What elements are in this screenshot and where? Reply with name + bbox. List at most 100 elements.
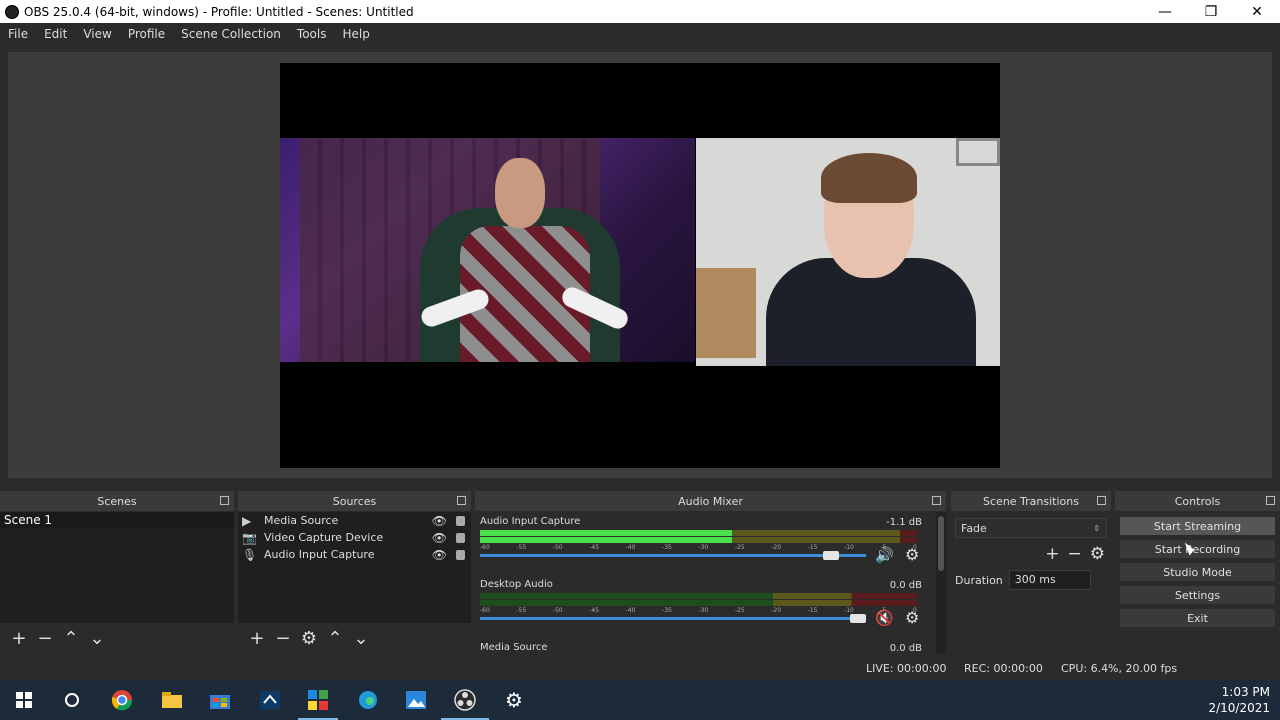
- scale-tick: -20: [771, 544, 782, 551]
- duration-spinbox[interactable]: 300 ms: [1008, 570, 1091, 590]
- volume-meter: [480, 593, 917, 599]
- track-db: 0.0 dB: [889, 643, 922, 654]
- menu-help[interactable]: Help: [334, 27, 377, 41]
- scene-transitions-dock: Scene Transitions Fade ⇕ + − ⚙ Duration …: [951, 491, 1111, 654]
- lock-icon[interactable]: [456, 533, 465, 543]
- mixer-scrollbar[interactable]: [936, 512, 946, 654]
- speaker-icon[interactable]: 🔊: [875, 546, 894, 564]
- duration-label: Duration: [955, 573, 1003, 587]
- move-down-icon[interactable]: ⌄: [348, 628, 374, 649]
- track-name: Audio Input Capture: [480, 516, 581, 527]
- close-button[interactable]: ✕: [1234, 0, 1280, 23]
- source-properties-gear-icon[interactable]: ⚙: [296, 628, 322, 649]
- search-circle-icon[interactable]: [60, 688, 84, 712]
- start-streaming-button[interactable]: Start Streaming: [1119, 516, 1276, 536]
- play-icon: ▶: [242, 513, 252, 528]
- clipchamp-icon[interactable]: [258, 688, 282, 712]
- file-explorer-icon[interactable]: [160, 688, 184, 712]
- undock-icon[interactable]: [932, 496, 941, 505]
- scenes-list[interactable]: Scene 1: [0, 512, 234, 623]
- menu-view[interactable]: View: [75, 27, 119, 41]
- move-down-icon[interactable]: ⌄: [84, 628, 110, 649]
- microphone-icon: 🎙: [242, 547, 258, 562]
- gear-icon[interactable]: ⚙: [905, 608, 919, 627]
- photos-icon[interactable]: [404, 688, 428, 712]
- visibility-eye-icon[interactable]: 👁: [432, 548, 447, 562]
- exit-button[interactable]: Exit: [1119, 608, 1276, 628]
- scale-tick: -50: [552, 544, 563, 551]
- volume-slider[interactable]: [480, 551, 866, 560]
- menu-edit[interactable]: Edit: [36, 27, 75, 41]
- add-source-icon[interactable]: +: [244, 628, 270, 649]
- mixer-track: Media Source 0.0 dB: [475, 638, 936, 654]
- menu-file[interactable]: File: [0, 27, 36, 41]
- edge-icon[interactable]: [356, 688, 380, 712]
- mixer-track: Audio Input Capture -1.1 dB -60 -55 -50 -45…: [475, 512, 936, 575]
- title-bar: OBS 25.0.4 (64-bit, windows) - Profile: …: [0, 0, 1280, 23]
- source-item[interactable]: 📷 Video Capture Device 👁: [238, 529, 471, 546]
- undock-icon[interactable]: [457, 496, 466, 505]
- obs-icon[interactable]: [453, 688, 477, 712]
- visibility-eye-icon[interactable]: 👁: [432, 514, 447, 528]
- remove-scene-icon[interactable]: −: [32, 628, 58, 649]
- settings-button[interactable]: Settings: [1119, 585, 1276, 605]
- studio-mode-button[interactable]: Studio Mode: [1119, 562, 1276, 582]
- clock-time: 1:03 PM: [1221, 685, 1270, 699]
- start-recording-button[interactable]: Start Recording: [1119, 539, 1276, 559]
- status-bar: LIVE: 00:00:00 REC: 00:00:00 CPU: 6.4%, …: [0, 659, 1280, 679]
- volume-slider-knob[interactable]: [822, 551, 839, 560]
- menu-profile[interactable]: Profile: [120, 27, 173, 41]
- scale-tick: -15: [807, 544, 818, 551]
- remove-transition-icon[interactable]: −: [1068, 544, 1082, 564]
- volume-slider-knob[interactable]: [850, 614, 866, 623]
- remove-source-icon[interactable]: −: [270, 628, 296, 649]
- scale-tick: -55: [516, 544, 527, 551]
- undock-icon[interactable]: [1097, 496, 1106, 505]
- speaker-muted-icon[interactable]: 🔇: [875, 609, 894, 627]
- video-capture-device-feed[interactable]: [696, 138, 1000, 366]
- source-item[interactable]: 🎙 Audio Input Capture 👁: [238, 546, 471, 563]
- transition-gear-icon[interactable]: ⚙: [1090, 544, 1105, 564]
- minimize-button[interactable]: —: [1142, 0, 1188, 23]
- undock-icon[interactable]: [1266, 496, 1275, 505]
- media-source-video[interactable]: [280, 138, 695, 362]
- scale-tick: -35: [662, 607, 672, 614]
- mixer-title: Audio Mixer: [678, 494, 743, 508]
- sources-list[interactable]: ▶ Media Source 👁 📷 Video Capture Device …: [238, 512, 471, 623]
- preview-area[interactable]: [8, 52, 1272, 478]
- system-clock[interactable]: 1:03 PM 2/10/2021: [1208, 684, 1270, 716]
- lock-icon[interactable]: [456, 550, 465, 560]
- taskbar: ⚙ 1:03 PM 2/10/2021: [0, 680, 1280, 720]
- store-icon[interactable]: [208, 688, 232, 712]
- chrome-icon[interactable]: [110, 688, 134, 712]
- maximize-button[interactable]: ❐: [1188, 0, 1234, 23]
- scale-tick: -45: [589, 544, 600, 551]
- menu-scene-collection[interactable]: Scene Collection: [173, 27, 289, 41]
- transition-select[interactable]: Fade ⇕: [955, 518, 1107, 538]
- track-db: 0.0 dB: [889, 580, 922, 591]
- move-up-icon[interactable]: ⌃: [322, 628, 348, 649]
- undock-icon[interactable]: [220, 496, 229, 505]
- gear-icon[interactable]: ⚙: [905, 545, 919, 564]
- window-title: OBS 25.0.4 (64-bit, windows) - Profile: …: [24, 4, 414, 19]
- cpu-fps: CPU: 6.4%, 20.00 fps: [1061, 662, 1178, 675]
- windows-start-icon[interactable]: [12, 688, 36, 712]
- volume-slider[interactable]: [480, 614, 866, 623]
- source-item[interactable]: ▶ Media Source 👁: [238, 512, 471, 529]
- scale-tick: -60: [480, 607, 490, 614]
- settings-gear-icon[interactable]: ⚙: [502, 688, 526, 712]
- scene-item[interactable]: Scene 1: [0, 512, 234, 529]
- mixer-track: Desktop Audio 0.0 dB -60 -55 -50 -45 -40 -35 -…: [475, 575, 936, 638]
- add-transition-icon[interactable]: +: [1045, 544, 1059, 564]
- app-grid-icon[interactable]: [306, 688, 330, 712]
- scale-tick: -20: [771, 607, 782, 614]
- scale-tick: -40: [625, 607, 636, 614]
- preview-canvas[interactable]: [280, 63, 1000, 468]
- visibility-eye-icon[interactable]: 👁: [432, 531, 447, 545]
- move-up-icon[interactable]: ⌃: [58, 628, 84, 649]
- volume-meter: [480, 530, 917, 536]
- menu-tools[interactable]: Tools: [289, 27, 335, 41]
- add-scene-icon[interactable]: +: [6, 628, 32, 649]
- volume-meter: [480, 600, 917, 606]
- lock-icon[interactable]: [456, 516, 465, 526]
